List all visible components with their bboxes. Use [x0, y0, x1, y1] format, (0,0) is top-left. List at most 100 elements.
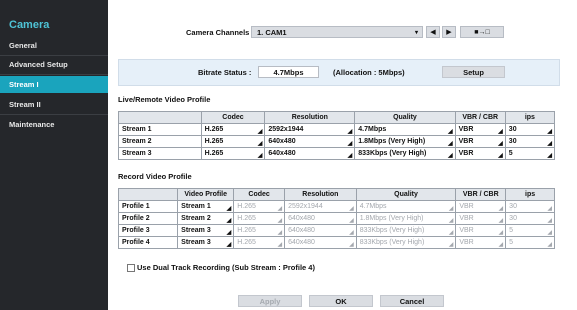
camera-settings-window: Camera General Advanced Setup Stream I S…: [0, 0, 577, 310]
sidebar-item-general[interactable]: General: [0, 37, 108, 54]
quality-select[interactable]: 1.8Mbps (Very High) ◢: [354, 135, 456, 148]
chevron-down-icon: ◢: [498, 153, 503, 159]
chevron-down-icon: ◢: [349, 230, 354, 236]
video-profile-select[interactable]: Stream 2 ◢: [177, 212, 235, 225]
video-profile-select[interactable]: Stream 3 ◢: [177, 224, 235, 237]
sidebar-item-advanced-setup[interactable]: Advanced Setup: [0, 56, 108, 73]
resolution-select-disabled: 2592x1944 ◢: [284, 200, 357, 213]
chevron-down-icon: ▾: [414, 30, 418, 36]
table-header: [117, 188, 179, 201]
record-profile-title: Record Video Profile: [118, 172, 192, 181]
sidebar-divider: [0, 74, 108, 75]
quality-select-disabled: 833Kbps (Very High) ◢: [355, 236, 457, 249]
table-header-row: Codec Resolution Quality VBR / CBR ips: [118, 111, 556, 124]
resolution-select[interactable]: 640x480 ◢: [264, 147, 356, 160]
copy-settings-button[interactable]: ■→□: [460, 26, 504, 38]
apply-button[interactable]: Apply: [238, 295, 302, 307]
sidebar-item-stream-i[interactable]: Stream I: [0, 76, 108, 93]
chevron-down-icon: ◢: [349, 206, 354, 212]
quality-select-disabled: 833Kbps (Very High) ◢: [355, 224, 457, 237]
codec-select-disabled: H.265 ◢: [233, 212, 286, 225]
sidebar-title: Camera: [9, 19, 50, 31]
table-header: [118, 111, 202, 124]
chevron-down-icon: ◢: [277, 230, 283, 236]
table-header: Resolution: [264, 111, 356, 124]
bitrate-setup-button[interactable]: Setup: [442, 66, 505, 78]
video-profile-select[interactable]: Stream 1 ◢: [177, 200, 235, 213]
quality-select[interactable]: 833Kbps (Very High) ◢: [354, 147, 456, 160]
vbr-select[interactable]: VBR ◢: [454, 123, 506, 136]
chevron-down-icon: ◢: [448, 230, 454, 236]
sidebar-item-stream-ii[interactable]: Stream II: [0, 96, 108, 113]
chevron-down-icon: ◢: [257, 141, 263, 147]
chevron-down-icon: ◢: [547, 242, 552, 248]
chevron-down-icon: ◢: [226, 230, 232, 236]
codec-select-disabled: H.265 ◢: [233, 236, 286, 249]
codec-select-disabled: H.265 ◢: [233, 200, 286, 213]
row-label: Profile 2: [117, 212, 179, 225]
camera-channel-select[interactable]: 1. CAM1 ▾: [251, 26, 423, 38]
copy-settings-icon: ■→□: [474, 29, 490, 36]
video-profile-select[interactable]: Stream 3 ◢: [177, 236, 235, 249]
live-profile-title: Live/Remote Video Profile: [118, 95, 211, 104]
ips-select-disabled: 30 ◢: [505, 200, 555, 213]
chevron-down-icon: ◢: [547, 141, 552, 147]
codec-select[interactable]: H.265 ◢: [200, 147, 266, 160]
chevron-down-icon: ◢: [257, 153, 263, 159]
chevron-down-icon: ◢: [347, 141, 353, 147]
vbr-select[interactable]: VBR ◢: [454, 147, 506, 160]
sidebar-divider: [0, 114, 108, 115]
chevron-down-icon: ◢: [547, 129, 552, 135]
row-label: Profile 3: [117, 224, 179, 237]
cancel-label: Cancel: [399, 297, 425, 306]
chevron-down-icon: ◢: [547, 230, 552, 236]
chevron-down-icon: ◢: [448, 242, 454, 248]
resolution-select-disabled: 640x480 ◢: [284, 236, 357, 249]
vbr-select[interactable]: VBR ◢: [454, 135, 506, 148]
ok-button[interactable]: OK: [309, 295, 373, 307]
resolution-select[interactable]: 640x480 ◢: [264, 135, 356, 148]
cancel-button[interactable]: Cancel: [380, 295, 444, 307]
table-row: Stream 3 H.265 ◢ 640x480 ◢ 833Kbps (Very H…: [118, 147, 556, 160]
chevron-down-icon: ◢: [347, 153, 353, 159]
next-channel-button[interactable]: ▶: [442, 26, 456, 38]
record-profile-table: Video Profile Codec Resolution Quality V…: [117, 188, 555, 249]
ips-select[interactable]: 5 ◢: [504, 147, 556, 160]
dual-track-checkbox[interactable]: [127, 264, 135, 272]
table-header: Quality: [354, 111, 456, 124]
row-label: Stream 3: [118, 147, 202, 160]
sidebar-item-maintenance[interactable]: Maintenance: [0, 116, 108, 133]
table-header: Codec: [200, 111, 266, 124]
ips-select-disabled: 30 ◢: [505, 212, 555, 225]
chevron-down-icon: ◢: [226, 242, 232, 248]
bitrate-value: 4.7Mbps: [258, 66, 319, 78]
bitrate-status-panel: Bitrate Status : 4.7Mbps (Allocation : 5…: [118, 59, 560, 86]
table-row: Stream 1 H.265 ◢ 2592x1944 ◢ 4.7Mbps ◢ VBR ◢…: [118, 123, 556, 136]
ips-select-disabled: 5 ◢: [505, 236, 555, 249]
codec-select-disabled: H.265 ◢: [233, 224, 286, 237]
ips-select[interactable]: 30 ◢: [504, 123, 556, 136]
resolution-select[interactable]: 2592x1944 ◢: [264, 123, 356, 136]
codec-select[interactable]: H.265 ◢: [200, 123, 266, 136]
chevron-down-icon: ◢: [547, 153, 552, 159]
codec-select[interactable]: H.265 ◢: [200, 135, 266, 148]
chevron-down-icon: ◢: [498, 141, 503, 147]
chevron-down-icon: ◢: [226, 206, 232, 212]
ips-select[interactable]: 30 ◢: [504, 135, 556, 148]
row-label: Profile 4: [117, 236, 179, 249]
live-profile-table: Codec Resolution Quality VBR / CBR ips S…: [118, 111, 556, 160]
vbr-select-disabled: VBR ◢: [455, 236, 507, 249]
row-label: Stream 1: [118, 123, 202, 136]
table-header: Resolution: [284, 188, 357, 201]
quality-select[interactable]: 4.7Mbps ◢: [354, 123, 456, 136]
chevron-down-icon: ◢: [498, 230, 504, 236]
table-header: VBR / CBR: [455, 188, 507, 201]
table-row: Profile 1 Stream 1 ◢ H.265 ◢ 2592x1944 ◢ 4.…: [117, 200, 555, 213]
bitrate-setup-label: Setup: [463, 68, 484, 77]
chevron-left-icon: ◀: [430, 29, 436, 36]
table-header: Video Profile: [177, 188, 235, 201]
resolution-select-disabled: 640x480 ◢: [284, 224, 357, 237]
chevron-down-icon: ◢: [448, 129, 453, 135]
chevron-down-icon: ◢: [448, 153, 453, 159]
prev-channel-button[interactable]: ◀: [426, 26, 440, 38]
